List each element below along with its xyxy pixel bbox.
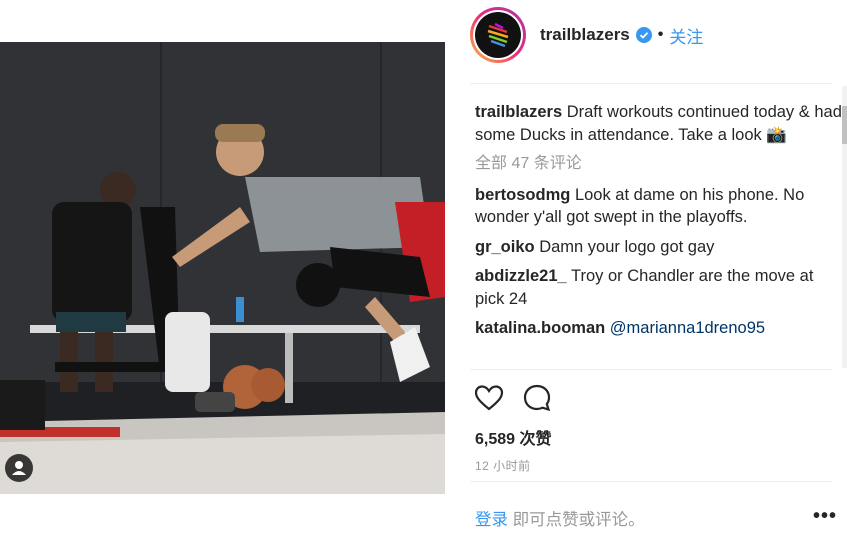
action-bar — [473, 382, 553, 414]
login-prompt-text: 即可点赞或评论。 — [508, 511, 645, 529]
scrollbar-thumb[interactable] — [842, 106, 847, 144]
verified-badge-icon — [635, 27, 652, 43]
comment-item: bertosodmg Look at dame on his phone. No… — [475, 184, 845, 229]
comment-username[interactable]: katalina.booman — [475, 319, 605, 337]
more-options-button[interactable]: ••• — [813, 505, 837, 528]
avatar[interactable] — [470, 7, 526, 63]
header-separator: • — [657, 26, 664, 43]
likes-count[interactable]: 6,589 次赞 — [475, 425, 552, 449]
trailblazers-logo — [475, 12, 521, 58]
follow-button[interactable]: 关注 — [669, 23, 703, 48]
post-side-panel: trailblazers • 关注 trailblazers Draft wor… — [445, 0, 847, 537]
comment-item: gr_oiko Damn your logo got gay — [475, 236, 845, 259]
user-tag-icon — [12, 461, 26, 475]
caption: trailblazers Draft workouts continued to… — [475, 101, 845, 146]
actions-divider — [470, 369, 832, 370]
post-photo[interactable] — [0, 42, 445, 494]
comment-username[interactable]: bertosodmg — [475, 186, 570, 204]
caption-username[interactable]: trailblazers — [475, 103, 562, 121]
comment-item: abdizzle21_ Troy or Chandler are the mov… — [475, 265, 845, 310]
photo-gym-scene — [0, 42, 445, 494]
comment-username[interactable]: abdizzle21_ — [475, 267, 567, 285]
comment-text: Damn your logo got gay — [539, 237, 715, 256]
view-all-comments-link[interactable]: 全部 47 条评论 — [475, 153, 845, 176]
footer-divider — [470, 481, 832, 482]
post-timestamp[interactable]: 12 小时前 — [475, 457, 531, 474]
header-username[interactable]: trailblazers — [540, 25, 630, 45]
comment-item: katalina.booman @marianna1dreno95 — [475, 317, 845, 340]
header-divider — [470, 83, 832, 84]
login-link[interactable]: 登录 — [475, 511, 508, 529]
login-prompt: 登录 即可点赞或评论。 — [475, 506, 645, 530]
comment-mention[interactable]: @marianna1dreno95 — [610, 319, 765, 337]
heart-icon[interactable] — [473, 382, 505, 414]
post-header: trailblazers • 关注 — [470, 6, 703, 64]
user-tag-button[interactable] — [5, 454, 33, 482]
pinwheel-logo-icon — [487, 22, 509, 48]
comments-list: trailblazers Draft workouts continued to… — [475, 101, 845, 367]
comment-username[interactable]: gr_oiko — [475, 238, 535, 256]
comment-icon[interactable] — [521, 382, 553, 414]
